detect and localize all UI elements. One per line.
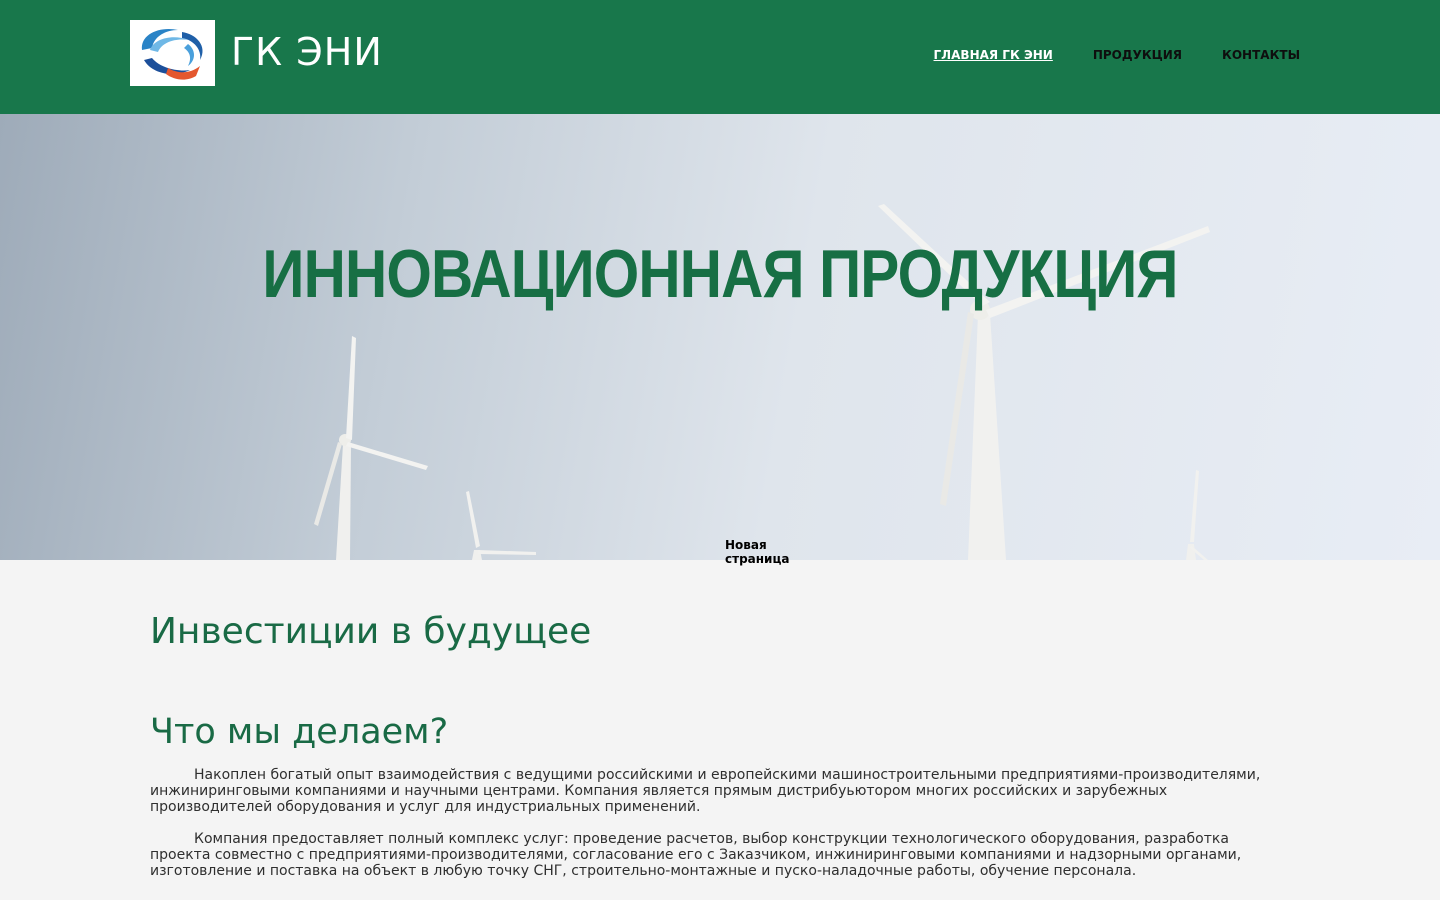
invest-heading: Инвестиции в будущее: [150, 611, 592, 652]
site-header: ГК ЭНИ ГЛАВНАЯ ГК ЭНИ ПРОДУКЦИЯ КОНТАКТЫ: [0, 0, 1440, 114]
hero-title: ИННОВАЦИОННАЯ ПРОДУКЦИЯ: [262, 236, 1178, 312]
site-title[interactable]: ГК ЭНИ: [231, 28, 383, 76]
about-text: Накоплен богатый опыт взаимодействия с в…: [150, 767, 1280, 895]
swirl-logo-icon: [141, 28, 203, 80]
company-logo[interactable]: [130, 20, 215, 86]
nav-home-link[interactable]: ГЛАВНАЯ ГК ЭНИ: [934, 46, 1053, 64]
new-page-label[interactable]: Новая страница: [725, 538, 805, 566]
main-nav: ГЛАВНАЯ ГК ЭНИ ПРОДУКЦИЯ КОНТАКТЫ: [934, 46, 1300, 64]
what-we-do-heading: Что мы делаем?: [150, 712, 449, 752]
about-paragraph: Компания предоставляет полный комплекс у…: [150, 831, 1242, 879]
nav-products-link[interactable]: ПРОДУКЦИЯ: [1093, 46, 1182, 64]
about-paragraph: Накоплен богатый опыт взаимодействия с в…: [150, 767, 1261, 815]
wind-turbines-image: [314, 204, 1210, 560]
hero-banner: ИННОВАЦИОННАЯ ПРОДУКЦИЯ: [0, 114, 1440, 560]
nav-contacts-link[interactable]: КОНТАКТЫ: [1222, 46, 1300, 64]
